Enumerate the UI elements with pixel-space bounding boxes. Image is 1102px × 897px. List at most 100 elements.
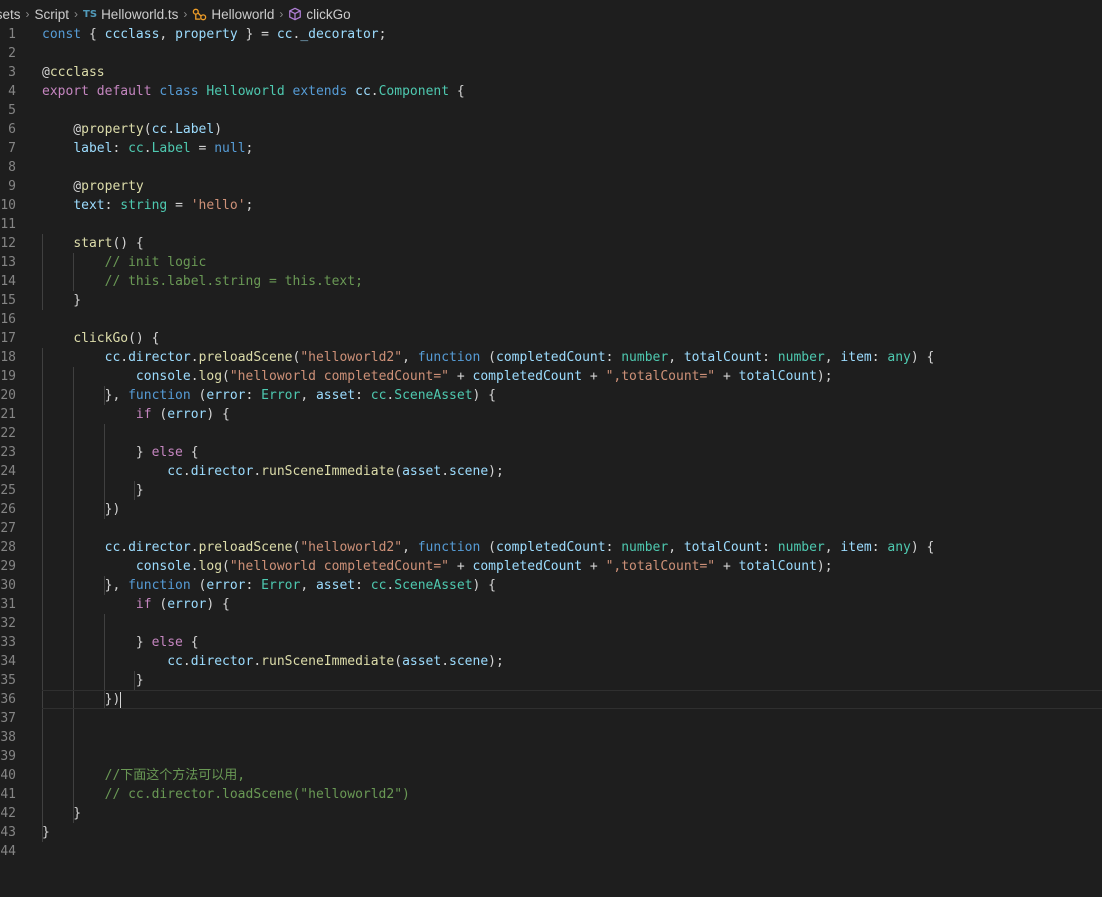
code-line[interactable]: 9 @property — [0, 177, 1102, 196]
breadcrumb-item-assets[interactable]: ssets — [0, 7, 21, 22]
code-line[interactable]: 17 clickGo() { — [0, 329, 1102, 348]
code-token: ) { — [910, 350, 935, 365]
code-line[interactable]: 24 cc.director.runSceneImmediate(asset.s… — [0, 462, 1102, 481]
breadcrumb-item-file[interactable]: TS Helloworld.ts — [83, 7, 178, 22]
breadcrumb-item-method[interactable]: clickGo — [288, 7, 351, 22]
code-line[interactable]: 34 cc.director.runSceneImmediate(asset.s… — [0, 652, 1102, 671]
code-line[interactable]: 22 — [0, 424, 1102, 443]
line-number: 36 — [0, 692, 16, 707]
code-line[interactable]: 2 — [0, 44, 1102, 63]
code-line[interactable]: 33 } else { — [0, 633, 1102, 652]
line-code: const { ccclass, property } = cc._decora… — [42, 25, 386, 44]
code-line[interactable]: 32 — [0, 614, 1102, 633]
line-number: 6 — [8, 122, 16, 137]
code-token: preloadScene — [198, 540, 293, 555]
code-token: function — [417, 350, 481, 365]
breadcrumb-label: Helloworld.ts — [101, 6, 179, 22]
code-line[interactable]: 21 if (error) { — [0, 405, 1102, 424]
code-token: cc — [167, 464, 183, 479]
code-line[interactable]: 4 export default class Helloworld extends… — [0, 82, 1102, 101]
code-line[interactable]: 44 — [0, 842, 1102, 861]
line-code: // init logic — [42, 253, 207, 272]
breadcrumb-item-script[interactable]: Script — [35, 7, 70, 22]
code-token: + — [449, 369, 473, 384]
code-line[interactable]: 39 — [0, 747, 1102, 766]
code-token: . — [182, 654, 191, 669]
code-line[interactable]: 29 console.log("helloworld completedCoun… — [0, 557, 1102, 576]
code-token: if — [135, 597, 152, 612]
line-code: export default class Helloworld extends … — [42, 82, 465, 101]
code-token: item — [840, 350, 872, 365]
code-line[interactable]: 42 } — [0, 804, 1102, 823]
code-editor[interactable]: 1 const { ccclass, property } = cc._decor… — [0, 25, 1102, 897]
code-token: = — [190, 141, 215, 156]
code-line[interactable]: 3 @ccclass — [0, 63, 1102, 82]
code-line[interactable]: 26 }) — [0, 500, 1102, 519]
code-token: }, — [42, 578, 129, 593]
code-line[interactable]: 5 — [0, 101, 1102, 120]
code-token: ) { — [472, 388, 497, 403]
code-line[interactable]: 35 } — [0, 671, 1102, 690]
line-code: @property(cc.Label) — [42, 120, 222, 139]
code-line[interactable]: 25 } — [0, 481, 1102, 500]
code-line[interactable]: 27 — [0, 519, 1102, 538]
code-token: const — [42, 27, 82, 42]
code-token: asset — [402, 654, 442, 669]
line-code: //下面这个方法可以用, — [42, 766, 245, 785]
code-line[interactable]: 28 cc.director.preloadScene("helloworld2… — [0, 538, 1102, 557]
code-token: . — [370, 84, 379, 99]
code-token: director — [190, 464, 254, 479]
line-code: console.log("helloworld completedCount="… — [42, 367, 833, 386]
code-line[interactable]: 20 }, function (error: Error, asset: cc.… — [0, 386, 1102, 405]
line-number: 27 — [0, 521, 16, 536]
line-number: 11 — [0, 217, 16, 232]
code-token: if — [135, 407, 152, 422]
code-line[interactable]: 10 text: string = 'hello'; — [0, 196, 1102, 215]
code-line[interactable]: 19 console.log("helloworld completedCoun… — [0, 367, 1102, 386]
code-line[interactable]: 40 //下面这个方法可以用, — [0, 766, 1102, 785]
line-number: 9 — [8, 179, 16, 194]
code-line[interactable]: 16 — [0, 310, 1102, 329]
code-line[interactable]: 36 }) — [0, 690, 1102, 709]
code-line[interactable]: 8 — [0, 158, 1102, 177]
code-line[interactable]: 30 }, function (error: Error, asset: cc.… — [0, 576, 1102, 595]
code-token: ( — [394, 464, 403, 479]
code-token: scene — [449, 654, 489, 669]
code-line[interactable]: 6 @property(cc.Label) — [0, 120, 1102, 139]
breadcrumb-item-class[interactable]: Helloworld — [192, 7, 274, 22]
code-line[interactable]: 14 // this.label.string = this.text; — [0, 272, 1102, 291]
code-line[interactable]: 43} — [0, 823, 1102, 842]
code-token: "helloworld2" — [300, 350, 403, 365]
code-line[interactable]: 7 label: cc.Label = null; — [0, 139, 1102, 158]
code-line[interactable]: 41 // cc.director.loadScene("helloworld2… — [0, 785, 1102, 804]
code-line[interactable]: 37 — [0, 709, 1102, 728]
code-line[interactable]: 38 — [0, 728, 1102, 747]
line-number: 21 — [0, 407, 16, 422]
code-token: "helloworld completedCount=" — [229, 559, 450, 574]
code-line[interactable]: 23 } else { — [0, 443, 1102, 462]
line-code: } — [42, 481, 144, 500]
code-line[interactable]: 11 — [0, 215, 1102, 234]
code-token: text — [73, 198, 105, 213]
code-line[interactable]: 15 } — [0, 291, 1102, 310]
code-token: runSceneImmediate — [261, 654, 395, 669]
code-token: totalCount — [683, 540, 763, 555]
code-token: completedCount — [496, 350, 606, 365]
code-line[interactable]: 13 // init logic — [0, 253, 1102, 272]
breadcrumb-label: Helloworld — [211, 6, 275, 22]
line-code: cc.director.preloadScene("helloworld2", … — [42, 348, 935, 367]
code-token: : — [355, 388, 371, 403]
line-number: 41 — [0, 787, 16, 802]
line-number: 24 — [0, 464, 16, 479]
code-line[interactable]: 12 start() { — [0, 234, 1102, 253]
code-token: cc — [370, 388, 387, 403]
code-token: runSceneImmediate — [261, 464, 395, 479]
code-line[interactable]: 1 const { ccclass, property } = cc._decor… — [0, 25, 1102, 44]
code-line[interactable]: 31 if (error) { — [0, 595, 1102, 614]
code-token: }) — [42, 502, 121, 517]
line-number: 7 — [8, 141, 16, 156]
code-line[interactable]: 18 cc.director.preloadScene("helloworld2… — [0, 348, 1102, 367]
